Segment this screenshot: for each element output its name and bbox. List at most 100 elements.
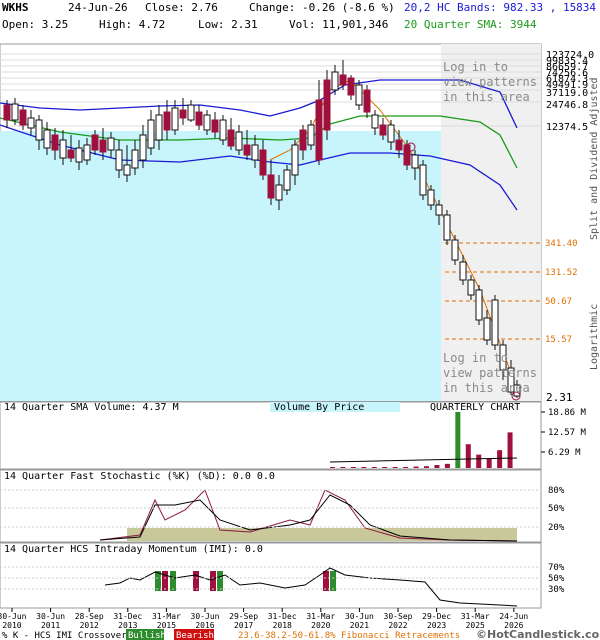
candle-body [363,89,371,113]
candle-body [323,79,331,131]
volume-by-price-area [0,131,441,401]
close-value: Close: 2.76 [145,1,218,14]
candle-body [115,149,123,171]
candle-body [171,107,179,131]
candle-body [483,317,491,341]
stochastic-tick-label: 20% [548,523,565,533]
x-tick-date: 24-Jun [499,612,528,621]
volume-bar [330,467,335,468]
candle-body [187,104,195,121]
candle-body [379,124,387,136]
x-tick-year: 2021 [350,621,369,630]
volume-bar [350,467,356,468]
low-value: Low: 2.31 [198,18,258,31]
volume-bar [444,463,450,468]
candle-body [219,119,227,141]
candle-body [59,139,67,159]
candle-body [35,119,43,141]
volume-tick-label: 12.57 M [548,428,587,438]
stochastic-tick-label: 80% [548,486,565,496]
imi-tick-label: 50% [548,574,565,584]
last-price-label: 2.31 [546,391,573,404]
candle-body [11,103,19,121]
ticker-symbol: WKHS [2,1,29,14]
candle-body [427,189,435,206]
stochastic-tick-label: 50% [548,504,565,514]
price-tick-label: 24746.8 [546,100,588,111]
imi-tick-label: 70% [548,563,565,573]
candle-body [243,144,251,156]
candle-body [211,119,219,133]
fibonacci-level-label: 50.67 [545,297,572,307]
candle-body [291,144,299,176]
x-tick-date: 28-Sep [75,612,104,621]
candle-body [475,289,483,321]
x-tick-date: 30-Jun [36,612,65,621]
candle-body [51,134,59,151]
candle-body [299,129,307,151]
x-tick-year: 2020 [311,621,330,630]
x-tick-year: 2012 [80,621,99,630]
candle-body [147,119,155,149]
volume-bar [486,458,492,468]
candle-body [91,134,99,151]
crossover-label: % K - HCS IMI Crossover: [2,631,132,640]
candle-body [395,139,403,151]
volume-tick-label: 6.29 M [548,448,581,458]
candle-body [227,129,235,147]
candle-body [75,147,83,163]
candle-body [3,104,11,121]
x-tick-date: 29-Sep [229,612,258,621]
candle-body [163,111,171,131]
candle-body [331,71,339,91]
candle-body [203,114,211,131]
candle-body [19,109,27,126]
x-tick-date: 31-Mar [152,612,181,621]
candle-body [491,299,499,346]
volume-by-price-label: Volume By Price [274,402,364,413]
x-tick-year: 2011 [41,621,60,630]
candle-body [419,164,427,196]
stochastic-panel: 14 Quarter Fast Stochastic (%K) (%D): 0.… [0,469,565,543]
logarithmic-label: Logarithmic [589,304,600,370]
x-tick-date: 31-Dec [113,612,142,621]
fibonacci-level-label: 15.57 [545,335,572,345]
volume-panel: 14 Quarter SMA Volume: 4.37 M Volume By … [0,401,587,470]
x-tick-date: 31-Dec [268,612,297,621]
candle-body [123,164,131,176]
imi-title: 14 Quarter HCS Intraday Momentum (IMI): … [4,544,263,555]
candle-body [267,174,275,199]
candle-body [83,144,91,161]
x-tick-year: 2022 [388,621,407,630]
quote-date: 24-Jun-26 [68,1,128,14]
x-tick-year: 2016 [195,621,214,630]
copyright-link[interactable]: ©HotCandlestick.com [476,628,600,640]
quarterly-chart-label: QUARTERLY CHART [430,402,520,413]
volume-bar [424,466,429,468]
candle-body [27,117,35,129]
volume-bar [371,467,377,468]
candle-body [411,154,419,169]
candle-body [347,77,355,96]
fibonacci-level-label: 341.40 [545,239,578,249]
watermark-bottom: Log in to view patterns in this area [443,351,537,395]
fibonacci-level-label: 131.52 [545,268,578,278]
bullish-label: Bullish [128,631,166,640]
volume-bar [434,465,440,468]
volume-bar [403,467,409,468]
stock-chart: WKHS 24-Jun-26 Close: 2.76 Change: -0.26… [0,0,600,640]
candle-body [315,99,323,161]
candle-body [387,124,395,143]
high-value: High: 4.72 [99,18,165,31]
candle-body [275,184,283,201]
candle-body [307,124,315,146]
x-tick-date: 30-Jun [0,612,27,621]
split-adjusted-label: Split and Dividend Adjusted [589,77,600,240]
candle-body [467,279,475,296]
candle-body [67,149,75,159]
candle-body [355,84,363,106]
volume-bar [476,454,482,468]
candle-body [99,139,107,153]
volume-bar [340,467,346,468]
stochastic-title: 14 Quarter Fast Stochastic (%K) (%D): 0.… [4,471,275,482]
